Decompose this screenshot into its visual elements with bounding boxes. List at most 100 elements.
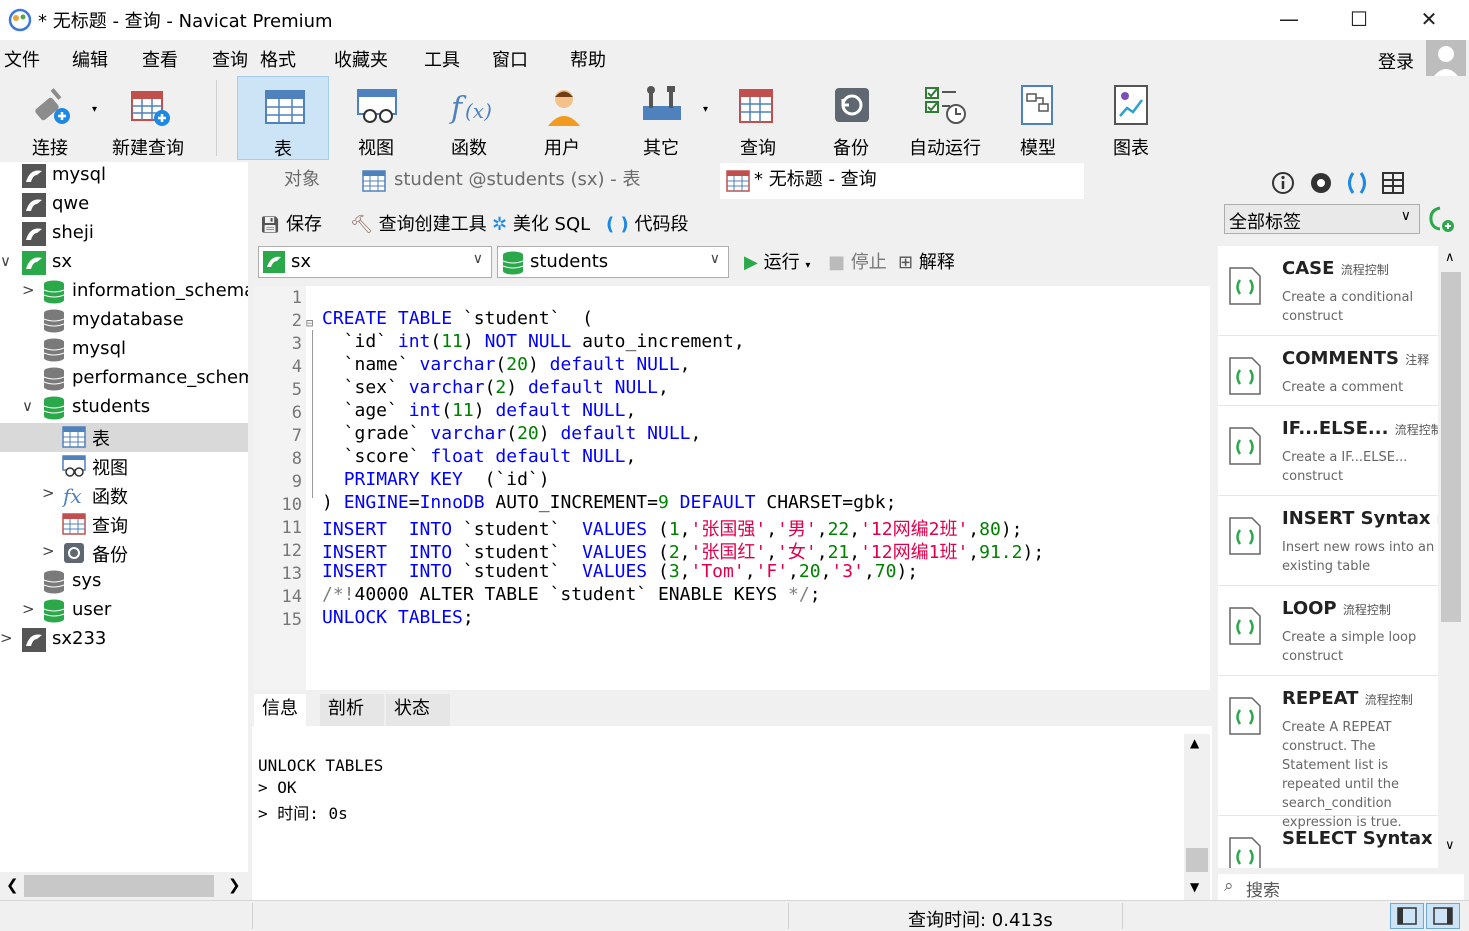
tab-status[interactable]: 状态 xyxy=(386,694,450,726)
save-button[interactable]: 💾︎ 保存 xyxy=(260,210,322,236)
new-query-button[interactable]: 新建查询 xyxy=(102,76,194,160)
snippet-item[interactable]: SELECT Syntax DM xyxy=(1218,816,1438,868)
menu-edit[interactable]: 编辑 xyxy=(72,46,108,72)
result-output[interactable]: UNLOCK TABLES > OK > 时间: 0s xyxy=(252,726,1212,900)
tree-item[interactable]: mysql xyxy=(0,336,248,365)
menu-tools[interactable]: 工具 xyxy=(424,46,460,72)
query-builder-button[interactable]: 🔨︎ 查询创建工具 xyxy=(350,210,487,236)
connect-button[interactable]: 连接 ▾ xyxy=(4,76,97,160)
snippet-item[interactable]: LOOP 流程控制 Create a simple loop construct xyxy=(1218,586,1438,676)
tree-item[interactable]: mysql xyxy=(0,162,248,191)
minimize-button[interactable]: — xyxy=(1254,0,1324,40)
layout-right-panel-toggle[interactable] xyxy=(1426,903,1460,929)
menu-view[interactable]: 查看 xyxy=(142,46,178,72)
database-select[interactable]: students ∨ xyxy=(497,246,729,278)
explain-button[interactable]: ⊞ 解释 xyxy=(898,248,955,274)
chart-button[interactable]: 图表 xyxy=(1085,76,1177,160)
scroll-down-icon[interactable]: ∨ xyxy=(1445,838,1455,853)
snippet-item[interactable]: IF...ELSE... 流程控制 Create a IF...ELSE... c… xyxy=(1218,406,1438,496)
tree-item[interactable]: 表 xyxy=(0,423,248,452)
menu-format[interactable]: 格式 xyxy=(260,46,296,72)
snippet-scrollbar[interactable]: ∧ ∨ xyxy=(1438,246,1464,868)
scroll-thumb[interactable] xyxy=(24,875,214,897)
tab-profile[interactable]: 剖析 xyxy=(320,694,384,726)
menu-file[interactable]: 文件 xyxy=(4,46,40,72)
info-icon[interactable] xyxy=(1270,170,1296,196)
tree-item[interactable]: sheji xyxy=(0,220,248,249)
beautify-sql-button[interactable]: ✲ 美化 SQL xyxy=(492,210,590,236)
scroll-right-icon[interactable]: ❯ xyxy=(228,876,241,894)
snippet-item[interactable]: INSERT Syntax DMInsert new rows into an … xyxy=(1218,496,1438,586)
tree-item[interactable]: ∨ sx xyxy=(0,249,248,278)
dropdown-arrow-icon[interactable]: ▾ xyxy=(703,104,708,115)
tree-item[interactable]: ∨ students xyxy=(0,394,248,423)
snippet-item[interactable]: CASE 流程控制 Create a conditional construct xyxy=(1218,246,1438,336)
layout-left-panel-toggle[interactable] xyxy=(1390,903,1424,929)
user-button[interactable]: 用户 xyxy=(516,76,608,160)
chevron-down-icon[interactable]: ∨ xyxy=(0,252,11,270)
scroll-thumb[interactable] xyxy=(1186,848,1208,872)
scroll-up-icon[interactable]: ▲ xyxy=(1190,736,1199,750)
sql-editor[interactable]: 1 2 3 4 5 6 7 8 9 10 11 12 13 14 15 ⊟ CREATE TABLE `st… xyxy=(254,286,1210,690)
maximize-button[interactable]: ☐ xyxy=(1324,0,1394,40)
preview-eye-icon[interactable] xyxy=(1308,170,1334,196)
backup-button[interactable]: 备份 xyxy=(805,76,897,160)
stop-button[interactable]: ■ 停止 xyxy=(828,248,887,274)
output-vertical-scrollbar[interactable]: ▲ ▼ xyxy=(1184,734,1210,900)
tree-item[interactable]: performance_schema xyxy=(0,365,248,394)
scroll-up-icon[interactable]: ∧ xyxy=(1445,250,1455,265)
tree-item[interactable]: > 备份 xyxy=(0,539,248,568)
avatar[interactable] xyxy=(1426,40,1466,80)
login-link[interactable]: 登录 xyxy=(1378,48,1414,74)
tree-item[interactable]: > sx233 xyxy=(0,626,248,655)
tree-item[interactable]: sys xyxy=(0,568,248,597)
snippet-item[interactable]: REPEAT 流程控制 Create A REPEAT construct. Th… xyxy=(1218,676,1438,830)
fold-collapse-icon[interactable]: ⊟ xyxy=(306,316,313,330)
chevron-right-icon[interactable]: > xyxy=(42,542,55,560)
tag-filter-select[interactable]: 全部标签 ∨ xyxy=(1224,204,1420,234)
menu-help[interactable]: 帮助 xyxy=(570,46,606,72)
snippet-parentheses-icon[interactable] xyxy=(1344,170,1370,196)
model-button[interactable]: 模型 xyxy=(992,76,1084,160)
tree-item[interactable]: 查询 xyxy=(0,510,248,539)
tree-item[interactable]: qwe xyxy=(0,191,248,220)
menu-query[interactable]: 查询 xyxy=(212,46,248,72)
connection-select[interactable]: sx ∨ xyxy=(258,246,492,278)
dropdown-arrow-icon[interactable]: ▾ xyxy=(805,260,810,271)
tab-student-table[interactable]: student @students (sx) - 表 xyxy=(356,163,718,199)
chevron-right-icon[interactable]: > xyxy=(42,484,55,502)
tree-item[interactable]: > information_schema xyxy=(0,278,248,307)
chevron-down-icon[interactable]: ∨ xyxy=(22,397,33,415)
chevron-right-icon[interactable]: > xyxy=(0,629,13,647)
refresh-add-icon[interactable] xyxy=(1426,204,1456,234)
scroll-down-icon[interactable]: ▼ xyxy=(1190,880,1199,894)
tree-horizontal-scrollbar[interactable]: ❮ ❯ xyxy=(0,872,248,900)
tab-untitled-query[interactable]: * 无标题 - 查询 xyxy=(720,163,1084,199)
tab-info[interactable]: 信息 xyxy=(254,694,306,726)
view-button[interactable]: 视图 xyxy=(330,76,422,160)
run-button[interactable]: ▶ 运行 ▾ xyxy=(744,248,810,274)
menu-favorites[interactable]: 收藏夹 xyxy=(334,46,388,72)
tree-item[interactable]: mydatabase xyxy=(0,307,248,336)
layout-columns-icon[interactable] xyxy=(1380,170,1406,196)
snippet-search-input[interactable]: ⌕ 搜索 xyxy=(1218,874,1464,901)
query-button[interactable]: 查询 xyxy=(712,76,804,160)
menu-window[interactable]: 窗口 xyxy=(492,46,528,72)
other-button[interactable]: 其它 ▾ xyxy=(615,76,708,160)
scroll-thumb[interactable] xyxy=(1441,272,1461,622)
chevron-right-icon[interactable]: > xyxy=(22,281,35,299)
table-button[interactable]: 表 xyxy=(237,76,329,160)
scroll-left-icon[interactable]: ❮ xyxy=(6,876,19,894)
tab-objects[interactable]: 对象 xyxy=(252,163,354,199)
function-button[interactable]: f (x) 函数 xyxy=(423,76,515,160)
tree-item[interactable]: > fx 函数 xyxy=(0,481,248,510)
close-button[interactable]: ✕ xyxy=(1394,0,1464,40)
code-snippet-button[interactable]: ( ) 代码段 xyxy=(606,210,688,236)
code-line: /*!40000 ALTER TABLE `student` ENABLE KE… xyxy=(322,584,821,605)
tree-item[interactable]: 视图 xyxy=(0,452,248,481)
chevron-right-icon[interactable]: > xyxy=(22,600,35,618)
dropdown-arrow-icon[interactable]: ▾ xyxy=(92,104,97,115)
snippet-item[interactable]: COMMENTS 注释 Create a comment xyxy=(1218,336,1438,406)
auto-run-button[interactable]: 自动运行 xyxy=(898,76,992,160)
tree-item[interactable]: > user xyxy=(0,597,248,626)
